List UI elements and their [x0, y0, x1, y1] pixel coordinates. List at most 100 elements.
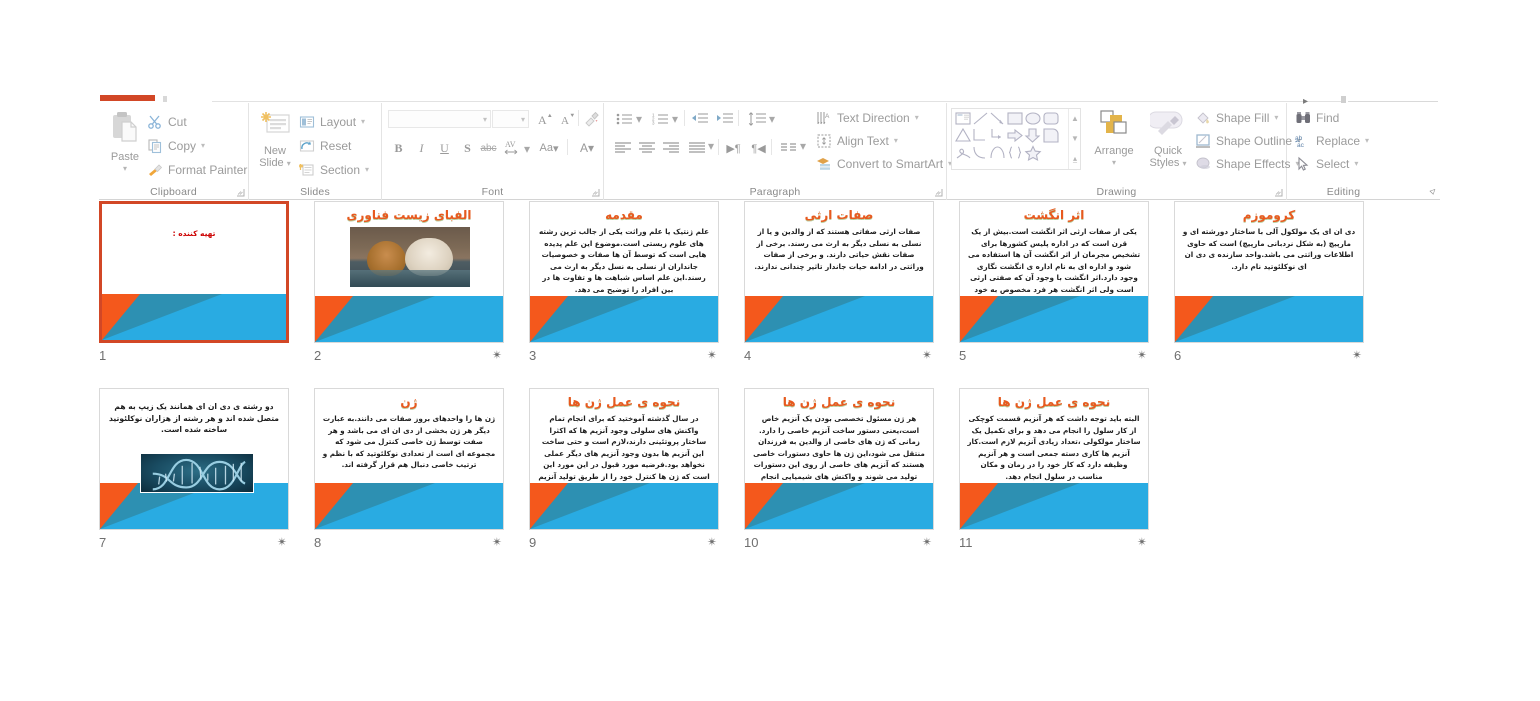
new-slide-caret-icon[interactable]: ▾ [287, 159, 291, 168]
arrange-button[interactable]: Arrange ▾ [1087, 107, 1141, 169]
change-case-button[interactable]: Aa ▾ [534, 138, 564, 158]
layout-caret-icon[interactable]: ▾ [361, 117, 365, 126]
align-text-caret-icon[interactable]: ▾ [894, 136, 898, 145]
copy-button[interactable]: Copy ▾ [147, 135, 205, 156]
cut-button[interactable]: Cut [147, 111, 187, 132]
justify-caret-icon[interactable]: ▾ [708, 139, 714, 153]
slide-animation-star-icon[interactable]: ✴ [492, 535, 502, 549]
active-tab-indicator[interactable] [100, 95, 155, 101]
slide-thumbnail[interactable]: نحوه ی عمل ژن ها هر ژن مسئول تخصصی بودن ی… [744, 388, 934, 530]
slide-thumbnail[interactable]: ژن ژن ها را واحدهای بروز صفات می دانند.به… [314, 388, 504, 530]
bullets-button[interactable]: ▾ [612, 109, 642, 129]
bullets-caret-icon[interactable]: ▾ [636, 112, 642, 126]
decrease-font-size-button[interactable]: A [557, 109, 578, 129]
slide-thumbnail-cell[interactable]: ژن ژن ها را واحدهای بروز صفات می دانند.به… [314, 388, 528, 551]
align-text-button[interactable]: Align Text ▾ [816, 130, 898, 151]
slide-thumbnail-cell[interactable]: اثر انگشت یکی از صفات ارثی اثر انگشت است.… [959, 201, 1173, 364]
layout-button[interactable]: Layout ▾ [299, 111, 365, 132]
slide-canvas[interactable]: صفات ارثی صفات ارثی صفاتی هستند که از وال… [744, 201, 934, 343]
numbering-button[interactable]: 123 ▾ [648, 109, 678, 129]
italic-button[interactable]: I [411, 138, 432, 158]
slide-canvas[interactable]: الفبای زیست فناوری [314, 201, 504, 343]
align-right-button[interactable] [660, 138, 681, 158]
ltr-text-direction-button[interactable]: ▶¶ [723, 138, 744, 158]
slide-thumbnail-cell[interactable]: مقدمه علم ژنتیک یا علم وراثت یکی از جالب … [529, 201, 743, 364]
slide-canvas[interactable]: دو رشته ی دی ان ای همانند یک زیپ به هم م… [99, 388, 289, 530]
rtl-text-direction-button[interactable]: ¶◀ [748, 138, 769, 158]
slide-canvas[interactable]: مقدمه علم ژنتیک یا علم وراثت یکی از جالب … [529, 201, 719, 343]
increase-indent-button[interactable] [714, 109, 735, 129]
character-spacing-button[interactable]: AV ▾ [502, 137, 530, 157]
slide-thumbnail[interactable]: مقدمه علم ژنتیک یا علم وراثت یکی از جالب … [529, 201, 719, 343]
paste-caret-icon[interactable]: ▾ [101, 163, 149, 175]
strikethrough-button[interactable]: abc [478, 138, 499, 158]
select-button[interactable]: Select ▾ [1295, 153, 1358, 174]
align-center-button[interactable] [636, 138, 657, 158]
text-direction-button[interactable]: A Text Direction ▾ [816, 107, 919, 128]
slide-animation-star-icon[interactable]: ✴ [707, 348, 717, 362]
shape-fill-caret-icon[interactable]: ▾ [1274, 113, 1278, 122]
slide-thumbnail[interactable]: کروموزم دی ان ای یک مولکول آلی با ساختار … [1174, 201, 1364, 343]
font-name-input[interactable]: ▾ [388, 110, 491, 128]
slide-thumbnail-cell[interactable]: الفبای زیست فناوری 2 ✴ [314, 201, 528, 364]
slide-thumbnail-cell[interactable]: دو رشته ی دی ان ای همانند یک زیپ به هم م… [99, 388, 313, 551]
slide-canvas[interactable]: ژن ژن ها را واحدهای بروز صفات می دانند.به… [314, 388, 504, 530]
clipboard-dialog-launcher[interactable] [236, 188, 245, 197]
shape-effects-button[interactable]: Shape Effects ▾ [1195, 153, 1300, 174]
arrange-caret-icon[interactable]: ▾ [1087, 157, 1141, 169]
slide-thumbnail[interactable]: الفبای زیست فناوری [314, 201, 504, 343]
slide-canvas[interactable]: تهیه کننده : [99, 201, 289, 343]
slide-thumbnail-cell[interactable]: نحوه ی عمل ژن ها در سال گذشته آموختید که … [529, 388, 743, 551]
underline-button[interactable]: U [434, 138, 455, 158]
slide-animation-star-icon[interactable]: ✴ [277, 535, 287, 549]
reset-button[interactable]: Reset [299, 135, 351, 156]
font-color-caret-icon[interactable]: ▾ [588, 141, 594, 155]
line-spacing-button[interactable]: ▾ [744, 109, 775, 129]
clear-formatting-button[interactable] [581, 109, 602, 129]
slide-thumbnail-cell[interactable]: تهیه کننده : 1 [99, 201, 313, 364]
font-color-button[interactable]: A ▾ [572, 138, 602, 158]
shapes-gallery[interactable]: ▲ ▼ ▴̲ [951, 108, 1081, 170]
slide-canvas[interactable]: کروموزم دی ان ای یک مولکول آلی با ساختار … [1174, 201, 1364, 343]
slide-canvas[interactable]: نحوه ی عمل ژن ها در سال گذشته آموختید که … [529, 388, 719, 530]
change-case-caret-icon[interactable]: ▾ [553, 142, 559, 155]
copy-caret-icon[interactable]: ▾ [201, 141, 205, 150]
format-painter-button[interactable]: Format Painter [147, 159, 247, 180]
slide-thumbnail[interactable]: دو رشته ی دی ان ای همانند یک زیپ به هم م… [99, 388, 289, 530]
slide-canvas[interactable]: نحوه ی عمل ژن ها البته باید توجه داشت که … [959, 388, 1149, 530]
decrease-indent-button[interactable] [689, 109, 710, 129]
slide-thumbnail[interactable]: اثر انگشت یکی از صفات ارثی اثر انگشت است.… [959, 201, 1149, 343]
slide-thumbnail[interactable]: صفات ارثی صفات ارثی صفاتی هستند که از وال… [744, 201, 934, 343]
character-spacing-caret-icon[interactable]: ▾ [524, 142, 530, 156]
quick-styles-caret-icon[interactable]: ▾ [1183, 159, 1187, 168]
slide-animation-star-icon[interactable]: ✴ [1352, 348, 1362, 362]
slide-animation-star-icon[interactable]: ✴ [492, 348, 502, 362]
slide-thumbnail-cell[interactable]: صفات ارثی صفات ارثی صفاتی هستند که از وال… [744, 201, 958, 364]
justify-button[interactable]: ▾ [684, 138, 714, 158]
select-caret-icon[interactable]: ▾ [1354, 159, 1358, 168]
text-direction-caret-icon[interactable]: ▾ [915, 113, 919, 122]
slide-thumbnail-cell[interactable]: نحوه ی عمل ژن ها هر ژن مسئول تخصصی بودن ی… [744, 388, 958, 551]
shape-outline-button[interactable]: Shape Outline ▾ [1195, 130, 1301, 151]
slide-animation-star-icon[interactable]: ✴ [1137, 348, 1147, 362]
quick-styles-button[interactable]: Quick Styles ▾ [1143, 107, 1193, 170]
columns-caret-icon[interactable]: ▾ [800, 139, 806, 153]
slide-animation-star-icon[interactable]: ✴ [922, 535, 932, 549]
paragraph-dialog-launcher[interactable] [934, 188, 943, 197]
align-left-button[interactable] [612, 138, 633, 158]
shapes-scroll-down-icon[interactable]: ▼ [1069, 129, 1081, 148]
slide-canvas[interactable]: اثر انگشت یکی از صفات ارثی اثر انگشت است.… [959, 201, 1149, 343]
columns-button[interactable]: ▾ [776, 138, 806, 158]
slide-thumbnail-cell[interactable]: کروموزم دی ان ای یک مولکول آلی با ساختار … [1174, 201, 1388, 364]
slide-sorter-pane[interactable]: تهیه کننده :1 الفبای زیست فناوری 2 ✴ مقدمه عل… [99, 201, 1440, 600]
drawing-dialog-launcher[interactable] [1274, 188, 1283, 197]
slide-animation-star-icon[interactable]: ✴ [922, 348, 932, 362]
numbering-caret-icon[interactable]: ▾ [672, 112, 678, 126]
find-button[interactable]: Find [1295, 107, 1339, 128]
slide-thumbnail[interactable]: تهیه کننده : [99, 201, 289, 343]
new-slide-button[interactable]: New Slide ▾ [251, 109, 299, 170]
shapes-scroll-up-icon[interactable]: ▲ [1069, 109, 1081, 128]
text-shadow-button[interactable]: S [457, 138, 478, 158]
font-dialog-launcher[interactable] [591, 188, 600, 197]
paste-button[interactable]: Paste ▾ [101, 109, 149, 175]
